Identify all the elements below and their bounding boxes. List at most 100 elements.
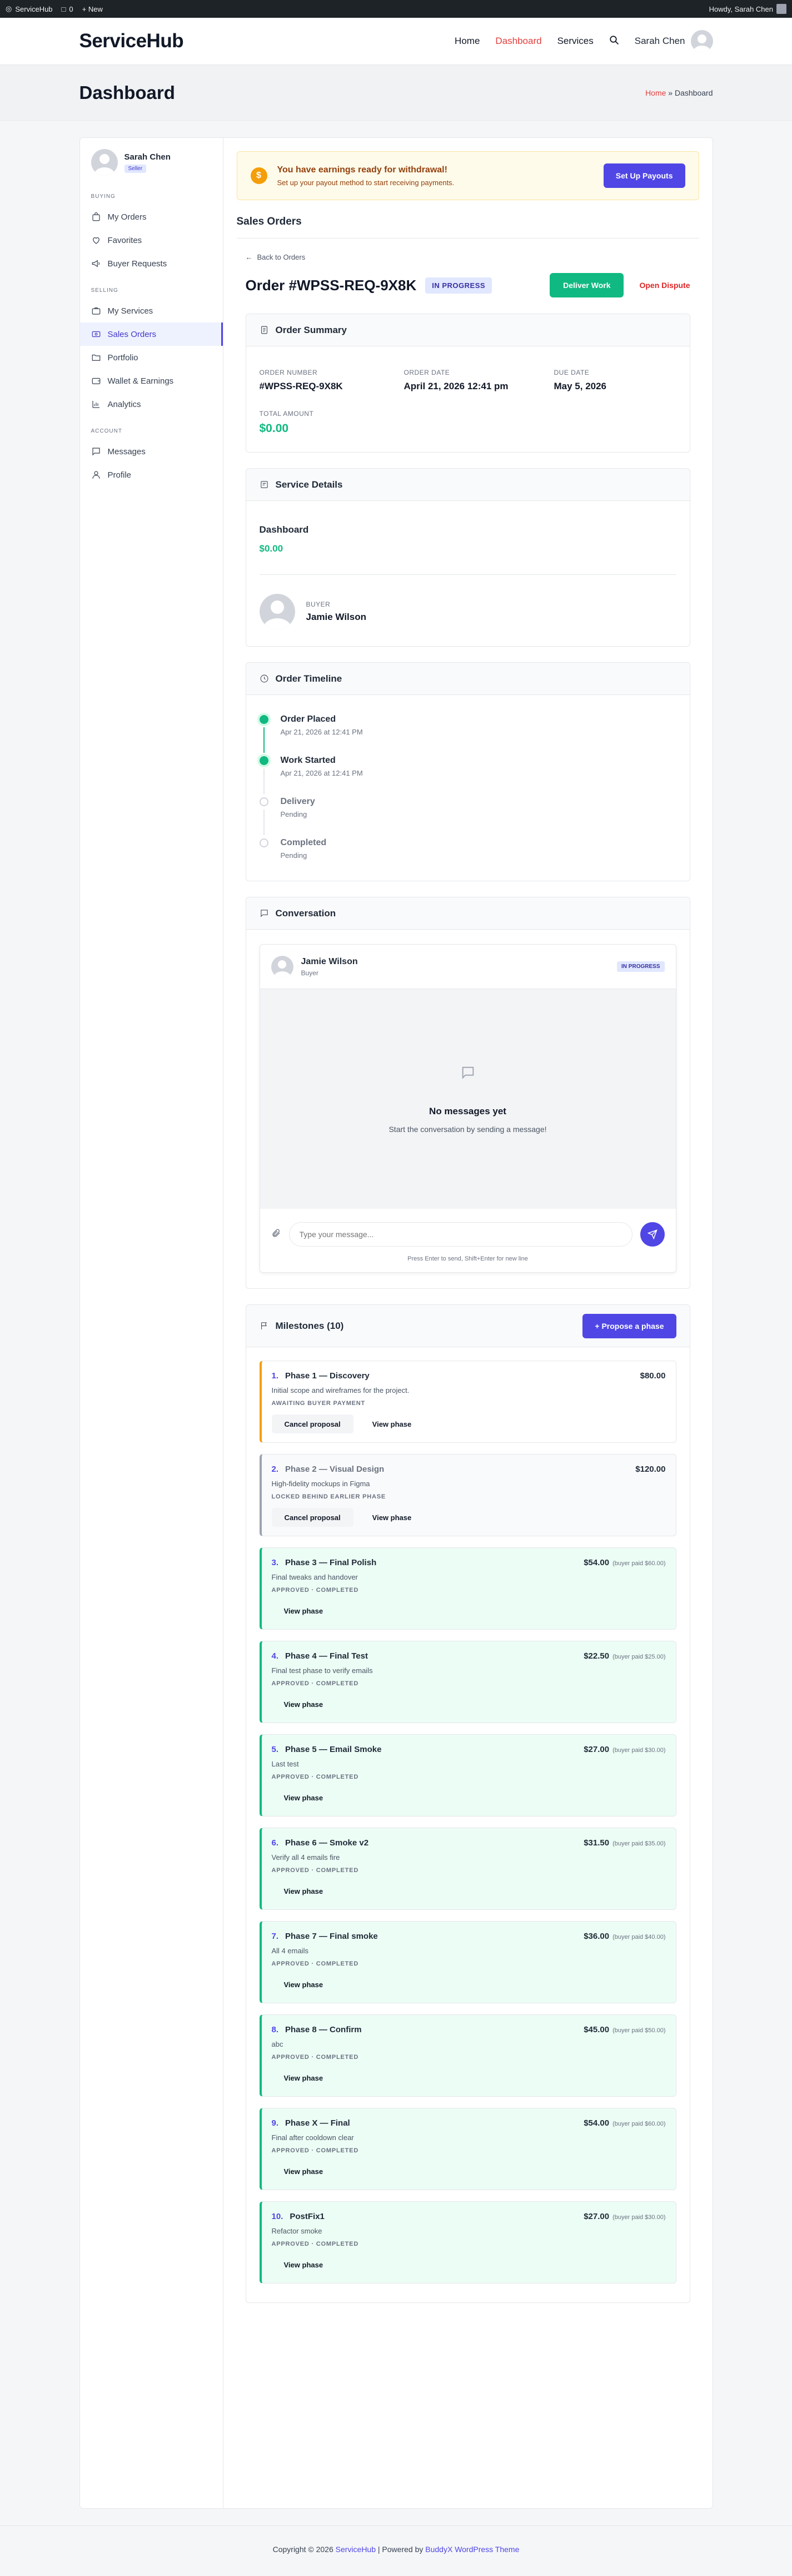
nav-home[interactable]: Home: [455, 36, 480, 47]
due-date-value: May 5, 2026: [554, 381, 607, 391]
admin-user-menu[interactable]: Howdy, Sarah Chen: [709, 4, 786, 14]
milestone-status: AWAITING BUYER PAYMENT: [271, 1400, 366, 1407]
footer-brand-link[interactable]: ServiceHub: [336, 2545, 376, 2554]
buyer-info: BUYER Jamie Wilson: [259, 574, 676, 629]
admin-site-link[interactable]: ◎ ServiceHub: [6, 4, 53, 13]
payout-banner: $ You have earnings ready for withdrawal…: [236, 151, 699, 200]
milestone-title: 6. Phase 6 — Smoke v2: [271, 1838, 369, 1848]
milestone-item: 3. Phase 3 — Final Polish $54.00 (buyer pa…: [259, 1547, 676, 1630]
back-to-orders-link[interactable]: ← Back to Orders: [246, 253, 690, 261]
order-number-value: #WPSS-REQ-9X8K: [259, 381, 343, 391]
milestone-description: Last test: [271, 1760, 299, 1768]
milestone-amount: $27.00 (buyer paid $30.00): [584, 1745, 666, 1754]
user-avatar: [690, 30, 713, 52]
sidebar-item-messages[interactable]: Messages: [80, 440, 223, 463]
coin-icon: $: [250, 167, 267, 184]
view-phase-button[interactable]: View phase: [272, 2162, 336, 2181]
deliver-work-button[interactable]: Deliver Work: [550, 273, 624, 297]
open-dispute-button[interactable]: Open Dispute: [639, 281, 690, 290]
order-summary-card: Order Summary ORDER NUMBER #WPSS-REQ-9X8…: [245, 314, 690, 453]
order-status-badge: IN PROGRESS: [425, 277, 492, 294]
heart-icon: [92, 237, 99, 244]
milestone-amount: $120.00: [635, 1465, 666, 1474]
folder-icon: [92, 354, 100, 361]
view-phase-button[interactable]: View phase: [272, 1695, 336, 1714]
view-phase-button[interactable]: View phase: [272, 2068, 336, 2087]
milestone-status: APPROVED · COMPLETED: [271, 1680, 359, 1687]
sidebar-section-selling: SELLING: [91, 287, 118, 294]
admin-new-link[interactable]: + New: [82, 5, 103, 13]
milestone-item: 1. Phase 1 — Discovery $80.00 Initial sco…: [259, 1361, 676, 1443]
order-date-value: April 21, 2026 12:41 pm: [404, 381, 509, 391]
view-phase-button[interactable]: View phase: [272, 1975, 336, 1994]
nav-services[interactable]: Services: [557, 36, 594, 47]
chat-avatar: [271, 955, 293, 978]
sidebar-item-profile[interactable]: Profile: [80, 463, 223, 487]
setup-payouts-button[interactable]: Set Up Payouts: [603, 163, 685, 188]
search-icon[interactable]: [609, 35, 619, 48]
view-phase-button[interactable]: View phase: [272, 1882, 336, 1900]
sidebar-item-favorites[interactable]: Favorites: [80, 229, 223, 252]
sidebar-item-buyer-requests[interactable]: Buyer Requests: [80, 252, 223, 275]
bag-icon: [92, 212, 100, 221]
milestone-amount: $45.00 (buyer paid $50.00): [584, 2025, 666, 2034]
view-phase-button[interactable]: View phase: [272, 1601, 336, 1620]
profile-avatar: [91, 149, 118, 176]
chat-box: Jamie Wilson Buyer IN PROGRESS No messag…: [259, 944, 676, 1273]
sidebar-item-my-services[interactable]: My Services: [80, 299, 223, 322]
view-phase-button[interactable]: View phase: [360, 1508, 424, 1527]
cancel-proposal-button[interactable]: Cancel proposal: [271, 1508, 353, 1527]
site-logo[interactable]: ServiceHub: [79, 30, 184, 52]
box-icon: [260, 481, 268, 488]
milestone-title: 5. Phase 5 — Email Smoke: [271, 1745, 382, 1754]
milestone-item: 8. Phase 8 — Confirm $45.00 (buyer paid $5…: [259, 2014, 676, 2097]
milestone-status: APPROVED · COMPLETED: [271, 1867, 359, 1874]
propose-phase-button[interactable]: + Propose a phase: [582, 1313, 676, 1338]
milestone-title: 9. Phase X — Final: [271, 2118, 350, 2128]
cancel-proposal-button[interactable]: Cancel proposal: [271, 1414, 353, 1433]
megaphone-icon: [92, 260, 99, 267]
milestone-description: High-fidelity mockups in Figma: [271, 1480, 370, 1488]
milestone-amount: $27.00 (buyer paid $30.00): [584, 2212, 666, 2221]
milestone-description: Verify all 4 emails fire: [271, 1853, 340, 1862]
milestone-description: Refactor smoke: [271, 2227, 322, 2235]
send-message-button[interactable]: [640, 1222, 665, 1247]
milestone-status: APPROVED · COMPLETED: [271, 2054, 359, 2061]
milestone-item: 10. PostFix1 $27.00 (buyer paid $30.00) Re…: [259, 2201, 676, 2284]
page-title-band: Dashboard Home » Dashboard: [0, 65, 792, 121]
sidebar-item-my-orders[interactable]: My Orders: [80, 205, 223, 229]
sidebar-item-analytics[interactable]: Analytics: [80, 393, 223, 416]
paperclip-icon[interactable]: [271, 1228, 281, 1240]
nav-dashboard[interactable]: Dashboard: [495, 36, 541, 47]
milestone-description: Final after cooldown clear: [271, 2133, 354, 2142]
user-menu[interactable]: Sarah Chen: [635, 30, 713, 52]
milestones-card: Milestones (10) + Propose a phase 1. Phas…: [245, 1304, 690, 2303]
chat-status-badge: IN PROGRESS: [617, 961, 665, 972]
sidebar-item-wallet[interactable]: Wallet & Earnings: [80, 369, 223, 393]
chat-bubble-icon: [462, 1066, 474, 1079]
milestone-title: 7. Phase 7 — Final smoke: [271, 1932, 378, 1941]
section-title: Sales Orders: [236, 200, 699, 239]
view-phase-button[interactable]: View phase: [272, 1788, 336, 1807]
breadcrumb-home[interactable]: Home: [645, 88, 666, 97]
briefcase-icon: [92, 307, 100, 315]
bar-chart-icon: [92, 401, 99, 408]
sidebar-item-sales-orders[interactable]: Sales Orders: [79, 322, 223, 346]
sidebar-item-portfolio[interactable]: Portfolio: [80, 346, 223, 369]
view-phase-button[interactable]: View phase: [272, 2255, 336, 2274]
wordpress-icon: ◎: [6, 4, 12, 13]
send-icon: [647, 1229, 657, 1239]
milestone-title: 4. Phase 4 — Final Test: [271, 1651, 368, 1661]
chat-icon: [260, 910, 268, 917]
money-icon: [92, 331, 100, 337]
sidebar-section-buying: BUYING: [91, 193, 116, 200]
footer-theme-link[interactable]: BuddyX WordPress Theme: [425, 2545, 519, 2554]
milestone-description: Final tweaks and handover: [271, 1573, 358, 1581]
admin-comments-link[interactable]: □ 0: [62, 5, 73, 13]
milestone-amount: $54.00 (buyer paid $60.00): [584, 2118, 666, 2128]
view-phase-button[interactable]: View phase: [360, 1414, 424, 1433]
admin-bar: ◎ ServiceHub □ 0 + New Howdy, Sarah Chen: [0, 0, 792, 18]
message-input[interactable]: [288, 1222, 632, 1247]
payout-subtitle: Set up your payout method to start recei…: [277, 178, 455, 187]
milestone-amount: $22.50 (buyer paid $25.00): [584, 1651, 666, 1661]
